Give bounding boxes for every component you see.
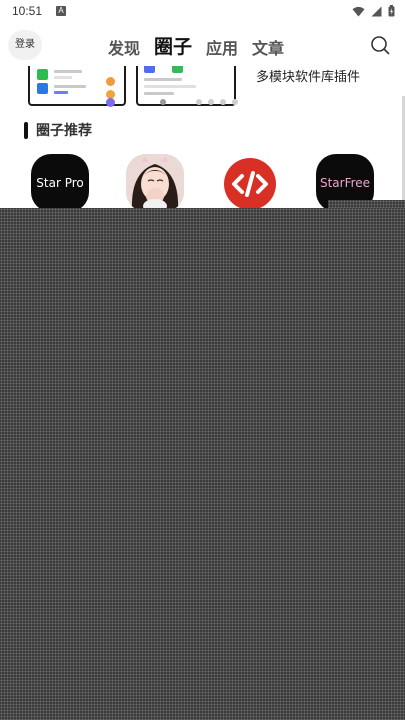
banner-carousel[interactable]: 多模块软件库插件 — [0, 66, 405, 110]
status-icons — [352, 5, 395, 17]
carousel-dot[interactable] — [160, 99, 166, 105]
section-header: 圈子推荐 — [24, 120, 92, 140]
carousel-dot[interactable] — [220, 99, 226, 105]
badge-icon — [106, 77, 115, 86]
top-header: 登录 发现 圈子 应用 文章 — [0, 24, 405, 66]
section-accent-bar — [24, 121, 28, 139]
circle-item-code[interactable] — [220, 154, 280, 214]
tab-discover[interactable]: 发现 — [108, 35, 140, 59]
banner-title[interactable]: 多模块软件库插件 — [256, 66, 360, 85]
app-icon — [37, 83, 48, 94]
girl-avatar — [126, 154, 184, 212]
app-icon — [144, 66, 155, 73]
circle-item-avatar[interactable] — [126, 154, 184, 212]
carousel-dot[interactable] — [196, 99, 202, 105]
tab-circles[interactable]: 圈子 — [154, 32, 192, 59]
tab-apps[interactable]: 应用 — [206, 35, 238, 59]
banner-screenshot-left — [28, 66, 126, 107]
carousel-dot[interactable] — [208, 99, 214, 105]
top-tabs: 发现 圈子 应用 文章 — [108, 32, 284, 59]
circle-item-starpro[interactable]: Star Pro — [31, 154, 89, 212]
code-icon — [224, 158, 276, 210]
login-button[interactable]: 登录 — [8, 30, 42, 60]
wifi-icon — [352, 6, 365, 16]
status-bar: 10:51 A — [0, 0, 405, 24]
starpro-logo: Star Pro — [36, 176, 84, 190]
badge-icon — [106, 98, 115, 107]
battery-icon — [388, 5, 395, 17]
status-time: 10:51 — [12, 4, 43, 18]
carousel-indicator — [160, 99, 238, 105]
dimmed-overlay — [0, 208, 405, 720]
app-icon — [37, 69, 48, 80]
app-icon — [172, 66, 183, 73]
search-icon[interactable] — [369, 34, 391, 56]
carousel-dot[interactable] — [232, 99, 238, 105]
notification-icon: A — [56, 6, 66, 16]
section-title: 圈子推荐 — [36, 123, 92, 139]
tab-articles[interactable]: 文章 — [252, 35, 284, 59]
signal-icon — [371, 6, 382, 16]
